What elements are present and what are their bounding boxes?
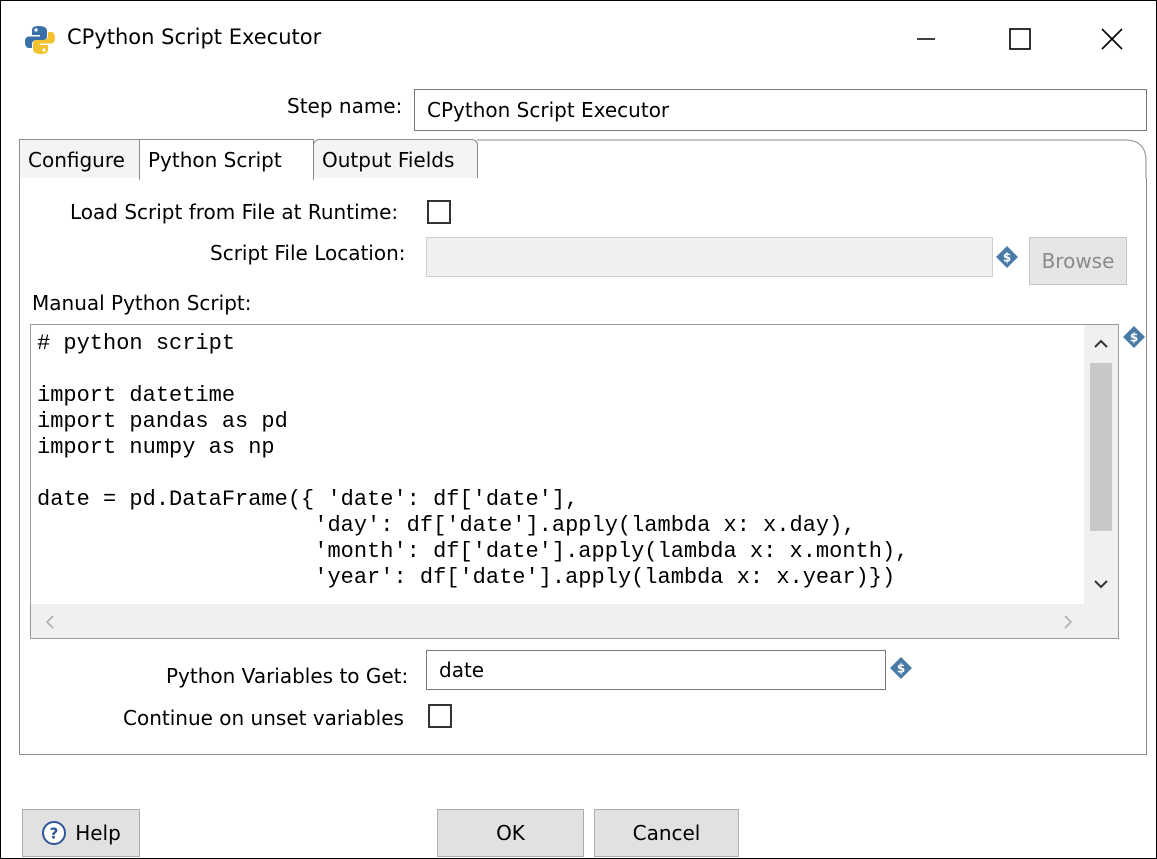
svg-text:?: ? <box>50 825 59 843</box>
continue-unset-checkbox[interactable] <box>428 704 452 728</box>
maximize-button[interactable] <box>992 15 1048 63</box>
horizontal-scrollbar[interactable] <box>31 604 1118 638</box>
continue-unset-label: Continue on unset variables <box>123 706 404 730</box>
script-code[interactable]: # python script import datetime import p… <box>37 331 908 591</box>
script-file-location-label: Script File Location: <box>210 241 406 265</box>
tab-output-fields[interactable]: Output Fields <box>313 139 478 179</box>
manual-script-label: Manual Python Script: <box>32 291 252 315</box>
svg-text:$: $ <box>897 662 905 676</box>
dialog-window: CPython Script Executor Step name: CPyth… <box>0 0 1157 859</box>
question-circle-icon: ? <box>42 821 67 845</box>
load-from-file-label: Load Script from File at Runtime: <box>70 200 399 224</box>
title-bar: CPython Script Executor <box>1 1 1156 79</box>
help-button[interactable]: ? Help <box>22 809 140 857</box>
variable-diamond-icon[interactable]: $ <box>1122 325 1146 349</box>
tab-strip-border <box>477 139 1147 179</box>
tab-python-script[interactable]: Python Script <box>139 139 314 180</box>
scroll-left-icon[interactable] <box>43 614 57 630</box>
window-title: CPython Script Executor <box>67 25 322 49</box>
script-editor[interactable]: # python script import datetime import p… <box>30 324 1119 639</box>
svg-text:$: $ <box>1003 251 1011 265</box>
step-name-label: Step name: <box>287 94 403 118</box>
vertical-scrollbar[interactable] <box>1084 325 1118 605</box>
scroll-right-icon[interactable] <box>1061 614 1075 630</box>
svg-text:$: $ <box>1130 331 1138 345</box>
close-icon <box>1101 28 1123 50</box>
scroll-up-icon[interactable] <box>1092 337 1110 351</box>
help-button-label: Help <box>75 821 121 845</box>
python-icon <box>25 26 55 54</box>
cancel-button[interactable]: Cancel <box>594 809 739 857</box>
python-variables-label: Python Variables to Get: <box>166 664 409 688</box>
scroll-down-icon[interactable] <box>1092 577 1110 591</box>
maximize-icon <box>1009 28 1031 50</box>
step-name-input[interactable]: CPython Script Executor <box>414 89 1147 131</box>
python-variables-input[interactable]: date <box>426 650 886 690</box>
script-file-location-input[interactable] <box>426 237 993 277</box>
variable-diamond-icon[interactable]: $ <box>995 245 1019 269</box>
load-from-file-checkbox[interactable] <box>427 200 451 224</box>
close-button[interactable] <box>1084 15 1140 63</box>
minimize-button[interactable] <box>898 15 954 63</box>
vertical-scroll-thumb[interactable] <box>1090 363 1112 531</box>
tab-configure[interactable]: Configure <box>19 139 140 179</box>
variable-diamond-icon[interactable]: $ <box>889 656 913 680</box>
browse-button[interactable]: Browse <box>1029 237 1127 285</box>
minimize-icon <box>917 38 935 40</box>
ok-button[interactable]: OK <box>437 809 584 857</box>
